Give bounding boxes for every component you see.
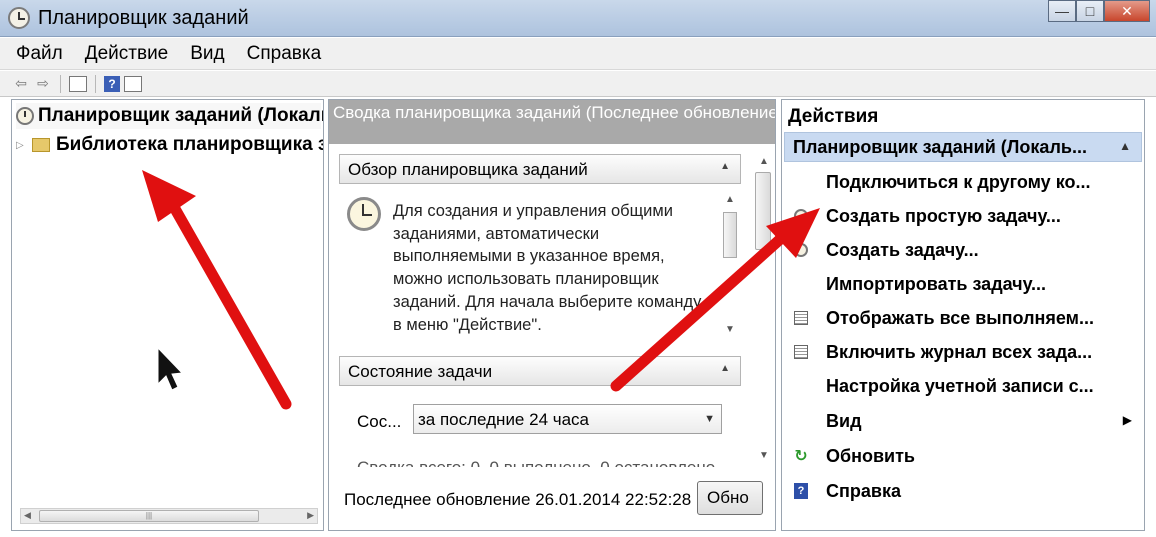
action-view[interactable]: Вид ▶: [786, 406, 1142, 436]
console-tree-icon[interactable]: [69, 75, 87, 92]
scroll-up-arrow-icon[interactable]: ▲: [759, 156, 769, 167]
tree-item-library-label: Библиотека планировщика заданий: [56, 134, 323, 155]
tree-item-root[interactable]: Планировщик заданий (Локальный): [16, 103, 323, 129]
scroll-down-arrow-icon[interactable]: ▼: [725, 324, 735, 335]
running-tasks-icon: [786, 308, 816, 328]
last-update-text: Последнее обновление 26.01.2014 22:52:28: [344, 490, 692, 509]
enable-history-icon: [786, 342, 816, 362]
dropdown-arrow-icon[interactable]: ▼: [704, 413, 715, 425]
overview-description: Для создания и управления общими задания…: [393, 202, 702, 334]
create-basic-task-icon: [786, 206, 816, 226]
status-period-select[interactable]: за последние 24 часа ▼: [413, 404, 722, 434]
overview-section-title: Обзор планировщика заданий: [348, 160, 588, 179]
window-title: Планировщик заданий: [38, 7, 249, 29]
action-label: Обновить: [826, 445, 915, 466]
collapse-icon[interactable]: ▲: [1119, 139, 1131, 153]
create-task-icon: [786, 240, 816, 260]
action-label: Справка: [826, 480, 901, 501]
action-help[interactable]: ? Справка: [786, 476, 1142, 506]
actions-title: Действия: [788, 106, 879, 127]
scroll-left-arrow-icon[interactable]: ◀: [24, 510, 31, 521]
action-label: Создать простую задачу...: [826, 205, 1061, 226]
menu-file[interactable]: Файл: [16, 43, 63, 65]
refresh-button[interactable]: Обно: [697, 481, 763, 515]
menu-view[interactable]: Вид: [190, 43, 224, 65]
tree-item-library[interactable]: ▷ Библиотека планировщика заданий: [16, 132, 323, 158]
tree-item-root-label: Планировщик заданий (Локальный): [38, 105, 323, 126]
menu-bar: Файл Действие Вид Справка: [0, 38, 1156, 70]
action-import-task[interactable]: Импортировать задачу...: [786, 269, 1142, 299]
scroll-up-arrow-icon[interactable]: ▲: [725, 194, 735, 205]
summary-vertical-scrollbar[interactable]: ▲ ▼: [753, 156, 773, 464]
action-label: Подключиться к другому ко...: [826, 171, 1091, 192]
action-label: Отображать все выполняем...: [826, 307, 1094, 328]
status-period-label: Сос...: [357, 412, 402, 431]
scheduler-clock-icon: [347, 197, 381, 231]
action-pane-icon[interactable]: [124, 75, 142, 92]
task-status-section-title: Состояние задачи: [348, 362, 493, 381]
forward-arrow-icon[interactable]: ⇨: [34, 75, 52, 93]
overview-scroll-thumb[interactable]: [723, 212, 737, 258]
submenu-arrow-icon: ▶: [1122, 413, 1132, 427]
task-scheduler-clock-icon: [8, 7, 30, 29]
action-label: Настройка учетной записи с...: [826, 375, 1094, 396]
task-status-section-header[interactable]: Состояние задачи ▲: [339, 356, 741, 386]
summary-scroll-thumb[interactable]: [755, 172, 771, 250]
status-period-value: за последние 24 часа: [418, 410, 590, 429]
console-tree-pane: Планировщик заданий (Локальный) ▷ Библио…: [11, 99, 324, 531]
scrollbar-thumb[interactable]: |||: [39, 510, 259, 522]
action-create-task[interactable]: Создать задачу...: [786, 235, 1142, 265]
collapse-icon[interactable]: ▲: [720, 363, 730, 374]
window-controls: — □ ✕: [1048, 0, 1150, 22]
menu-action[interactable]: Действие: [85, 43, 169, 65]
summary-pane: Сводка планировщика заданий (Последнее о…: [328, 99, 776, 531]
clock-icon: [16, 107, 34, 125]
actions-group-title: Планировщик заданий (Локаль...: [793, 137, 1087, 157]
refresh-icon: ↻: [794, 448, 808, 465]
action-label: Включить журнал всех зада...: [826, 341, 1093, 362]
toolbar-separator: [60, 74, 61, 93]
overview-section-header[interactable]: Обзор планировщика заданий ▲: [339, 154, 741, 184]
actions-pane: Действия Планировщик заданий (Локаль... …: [781, 99, 1145, 531]
back-arrow-icon[interactable]: ⇦: [12, 75, 30, 93]
action-connect[interactable]: Подключиться к другому ко...: [786, 167, 1142, 197]
toolbar-separator: [95, 74, 96, 93]
action-refresh[interactable]: ↻ Обновить: [786, 441, 1142, 471]
minimize-button[interactable]: —: [1048, 0, 1076, 22]
action-account-settings[interactable]: Настройка учетной записи с...: [786, 371, 1142, 401]
actions-group-header[interactable]: Планировщик заданий (Локаль... ▲: [784, 132, 1142, 162]
status-summary-text: Сводка всего: 0, 0 выполнено, 0 остановл…: [357, 458, 715, 467]
toolbar: ⇦ ⇨ ?: [0, 71, 1156, 97]
maximize-button[interactable]: □: [1076, 0, 1104, 22]
scroll-right-arrow-icon[interactable]: ▶: [307, 510, 314, 521]
summary-header: Сводка планировщика заданий (Последнее о…: [329, 100, 775, 144]
action-create-basic-task[interactable]: Создать простую задачу...: [786, 201, 1142, 231]
action-enable-history[interactable]: Включить журнал всех зада...: [786, 337, 1142, 367]
scroll-down-arrow-icon[interactable]: ▼: [759, 450, 769, 461]
horizontal-scrollbar[interactable]: ◀ ||| ▶: [20, 508, 318, 524]
collapse-icon[interactable]: ▲: [720, 161, 730, 172]
close-button[interactable]: ✕: [1104, 0, 1150, 22]
help-icon: ?: [786, 481, 816, 501]
expand-arrow-icon[interactable]: ▷: [16, 140, 28, 151]
action-label: Импортировать задачу...: [826, 273, 1047, 294]
action-display-running[interactable]: Отображать все выполняем...: [786, 303, 1142, 333]
title-bar: Планировщик заданий — □ ✕: [0, 0, 1156, 37]
overview-scrollbar[interactable]: ▲ ▼: [721, 192, 739, 340]
menu-help[interactable]: Справка: [247, 43, 322, 65]
folder-icon: [32, 138, 50, 152]
help-icon[interactable]: ?: [104, 75, 120, 92]
action-label: Создать задачу...: [826, 239, 979, 260]
action-label: Вид: [826, 410, 862, 431]
